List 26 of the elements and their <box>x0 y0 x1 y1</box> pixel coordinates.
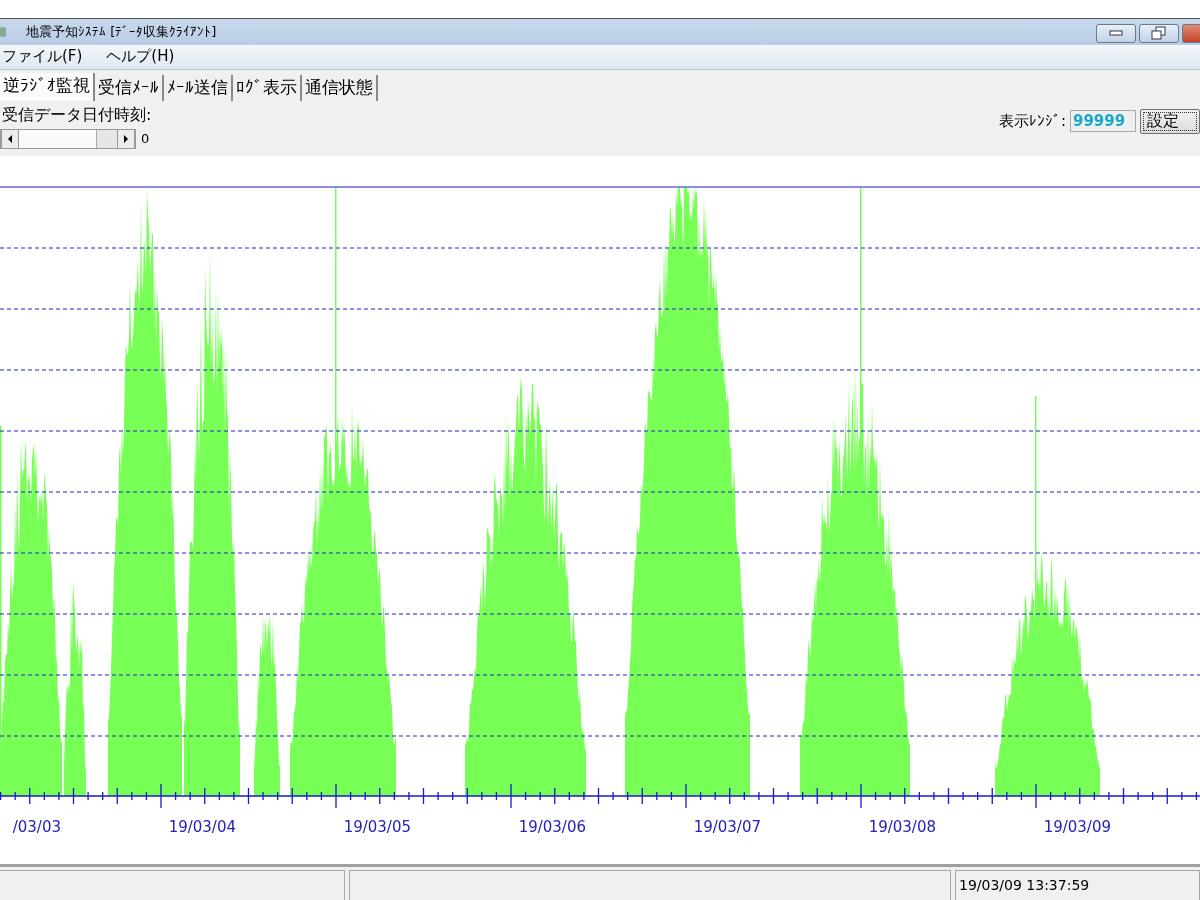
window-title: 地震予知ｼｽﾃﾑ [ﾃﾞｰﾀ収集ｸﾗｲｱﾝﾄ] <box>26 23 217 42</box>
scroll-thumb[interactable] <box>96 129 117 148</box>
restore-icon <box>1151 26 1167 41</box>
axis-label: 19/03/06 <box>518 818 586 836</box>
axis-label: 19/03/04 <box>168 818 236 836</box>
range-label: 表示ﾚﾝｼﾞ: <box>998 111 1066 131</box>
axis-label: 19/03/09 <box>1043 818 1111 836</box>
minimize-icon <box>1108 29 1124 38</box>
scroll-value: 0 <box>141 131 150 147</box>
menu-item[interactable]: ヘルプ(H) <box>106 47 185 67</box>
restore-button[interactable] <box>1139 23 1179 43</box>
close-button[interactable] <box>1182 23 1200 43</box>
scrollbar[interactable] <box>0 128 136 149</box>
tab[interactable]: 通信状態 <box>302 74 378 101</box>
minimize-button[interactable] <box>1096 23 1136 43</box>
app-icon <box>0 27 6 38</box>
status-time: 19/03/09 13:37:59 <box>955 870 1200 900</box>
tab[interactable]: 受信ﾒｰﾙ <box>95 74 164 101</box>
date-label: 受信データ日付時刻: <box>2 104 152 125</box>
tab[interactable]: 逆ﾗｼﾞｵ監視 <box>0 72 95 101</box>
axis-label: 19/03/08 <box>868 818 936 836</box>
axis-label: 19/03/05 <box>343 818 411 836</box>
axis-label: /03/03 <box>12 818 61 836</box>
set-button[interactable]: 設定 <box>1140 108 1200 134</box>
axis-label: 19/03/07 <box>693 818 761 836</box>
menu-item[interactable]: ファイル(F) <box>2 47 93 67</box>
